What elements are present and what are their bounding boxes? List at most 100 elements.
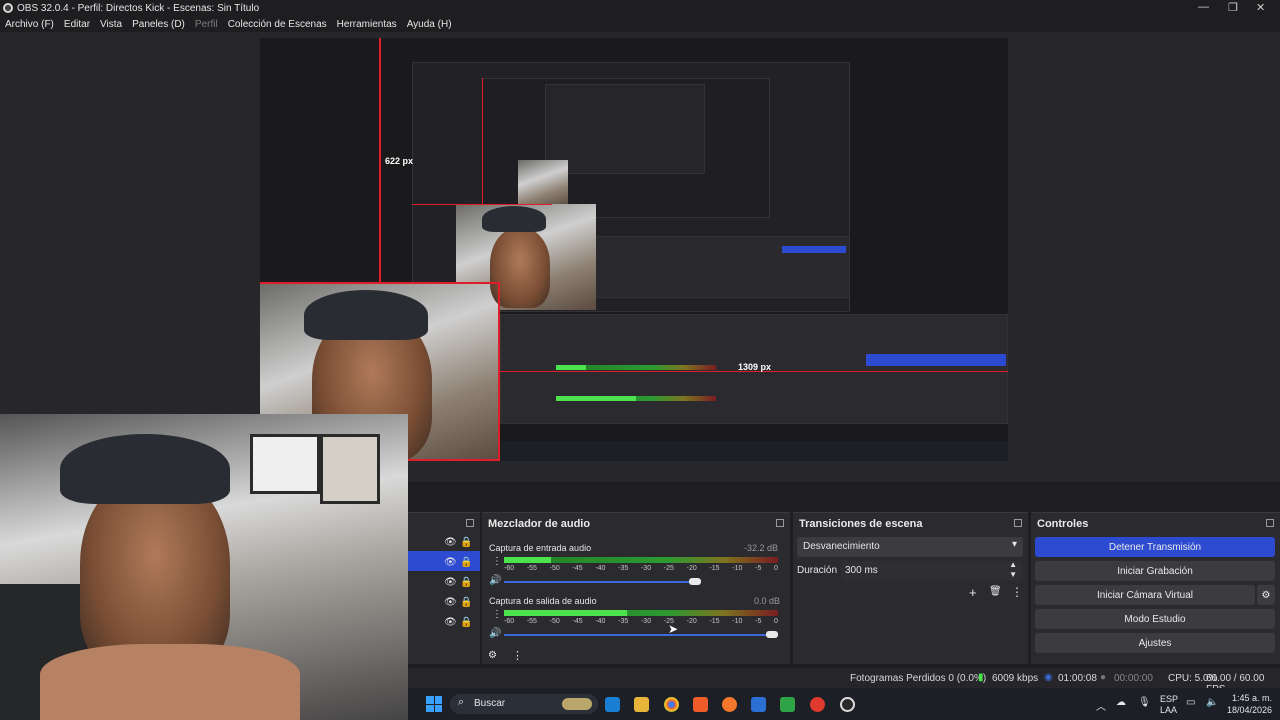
nested-webcam-small <box>518 160 568 206</box>
dock-float-icon[interactable] <box>1014 519 1022 527</box>
language-indicator[interactable]: ESP <box>1160 694 1178 704</box>
language-sub: LAA <box>1160 705 1178 715</box>
lock-icon[interactable]: 🔒 <box>460 597 472 608</box>
volume-tray-icon[interactable]: 🔈 <box>1206 697 1218 708</box>
minimize-button[interactable]: — <box>1198 1 1209 13</box>
nested-taskbar <box>500 441 1008 461</box>
meter-ticks: -60 -55 -50 -45 -40 -35 -30 -25 -20 -15 -10 -5 0 <box>504 565 778 572</box>
start-recording-button[interactable]: Iniciar Grabación <box>1035 561 1275 581</box>
volume-slider[interactable] <box>504 634 778 636</box>
chrome-icon[interactable] <box>664 697 679 712</box>
eye-icon[interactable]: 👁 <box>444 617 457 628</box>
dock-float-icon[interactable] <box>1266 519 1274 527</box>
channel-menu-icon[interactable]: ⋮ <box>492 609 502 620</box>
virtual-camera-gear-icon[interactable]: ⚙ <box>1257 585 1275 605</box>
brave-icon[interactable] <box>693 697 708 712</box>
lock-icon[interactable]: 🔒 <box>460 557 472 568</box>
close-button[interactable]: ✕ <box>1256 1 1265 14</box>
record-time: 00:00:00 <box>1114 673 1153 684</box>
transition-menu-icon[interactable]: ⋮ <box>1011 585 1023 599</box>
preview-canvas[interactable]: 622 px 1309 px <box>260 38 1008 461</box>
signal-icon: ▮ <box>978 672 984 683</box>
eye-icon[interactable]: 👁 <box>444 577 457 588</box>
audio-mixer-dock: Mezclador de audio Captura de entrada au… <box>482 512 790 664</box>
maximize-button[interactable]: ❐ <box>1228 1 1238 14</box>
network-tray-icon[interactable]: ☁ <box>1116 697 1126 708</box>
menu-archivo[interactable]: Archivo (F) <box>5 19 54 30</box>
bitrate: 6009 kbps <box>992 673 1039 684</box>
channel-db: 0.0 dB <box>754 596 781 606</box>
record-icon: ● <box>1100 672 1107 683</box>
speaker-icon[interactable]: 🔊 <box>489 575 501 586</box>
meter-ticks: -60 -55 -50 -45 -40 -35 -30 -25 -20 -15 -10 -5 0 <box>504 618 778 625</box>
duration-spinbox[interactable]: 300 ms ▲ ▼ <box>841 560 1023 581</box>
mouse-cursor-icon: ➤ <box>668 622 679 636</box>
search-icon: ⌕ <box>458 696 465 708</box>
trash-icon[interactable]: 🗑 <box>989 586 1002 597</box>
windows-start-icon[interactable] <box>426 696 442 712</box>
microphone-icon[interactable]: 🎙 <box>1138 697 1151 708</box>
menu-herramientas[interactable]: Herramientas <box>337 19 397 30</box>
dock-float-icon[interactable] <box>776 519 784 527</box>
mixer-menu-icon[interactable]: ⋮ <box>512 649 523 662</box>
menu-perfil[interactable]: Perfil <box>195 19 218 30</box>
lock-icon[interactable]: 🔒 <box>460 617 472 628</box>
obs-logo-icon <box>3 3 13 13</box>
volume-slider[interactable] <box>504 581 701 583</box>
search-highlight-icon <box>562 698 592 710</box>
app-red-icon[interactable] <box>810 697 825 712</box>
nested-cap <box>482 206 546 232</box>
nested-meter-1 <box>556 365 716 370</box>
title-bar: OBS 32.0.4 - Perfil: Directos Kick - Esc… <box>0 0 1280 16</box>
volume-slider-knob[interactable] <box>766 631 778 638</box>
settings-button[interactable]: Ajustes <box>1035 633 1275 653</box>
advanced-audio-gear-icon[interactable]: ⚙ <box>488 650 497 661</box>
start-virtual-camera-button[interactable]: Iniciar Cámara Virtual <box>1035 585 1255 605</box>
stream-icon: ◉ <box>1044 672 1053 683</box>
nested-meter-2 <box>556 396 716 401</box>
transition-select[interactable]: Desvanecimiento ▾ <box>797 537 1023 557</box>
stream-time: 01:00:08 <box>1058 673 1097 684</box>
obs-taskbar-icon[interactable] <box>840 697 855 712</box>
lock-icon[interactable]: 🔒 <box>460 537 472 548</box>
menu-ayuda[interactable]: Ayuda (H) <box>407 19 452 30</box>
sources-dock: 👁 🔒 👁 🔒 👁 🔒 👁 🔒 👁 🔒 <box>408 512 480 664</box>
taskbar-search[interactable]: ⌕ Buscar <box>450 694 598 714</box>
volume-meter <box>504 610 778 616</box>
channel-menu-icon[interactable]: ⋮ <box>492 556 502 567</box>
stop-stream-button[interactable]: Detener Transmisión <box>1035 537 1275 557</box>
webcam-overlay <box>0 414 408 720</box>
app-blue-icon[interactable] <box>751 697 766 712</box>
chevron-up-icon[interactable]: ︿ <box>1096 698 1106 713</box>
clock-date[interactable]: 18/04/2026 <box>1224 705 1272 715</box>
lock-icon[interactable]: 🔒 <box>460 577 472 588</box>
window-title: OBS 32.0.4 - Perfil: Directos Kick - Esc… <box>17 2 260 14</box>
clock-time[interactable]: 1:45 a. m. <box>1224 693 1272 703</box>
chevron-up-icon[interactable]: ▲ <box>1009 560 1017 569</box>
add-transition-icon[interactable]: + <box>969 585 977 600</box>
file-explorer-icon[interactable] <box>634 697 649 712</box>
chevron-down-icon[interactable]: ▼ <box>1009 570 1017 579</box>
eye-icon[interactable]: 👁 <box>444 537 457 548</box>
nested-stop-button <box>782 246 846 253</box>
edge-icon[interactable] <box>605 697 620 712</box>
volume-slider-knob[interactable] <box>689 578 701 585</box>
transitions-title: Transiciones de escena <box>799 518 923 530</box>
menu-vista[interactable]: Vista <box>100 19 122 30</box>
speaker-icon[interactable]: 🔊 <box>489 628 501 639</box>
eye-icon[interactable]: 👁 <box>444 597 457 608</box>
app-green-icon[interactable] <box>780 697 795 712</box>
menu-editar[interactable]: Editar <box>64 19 90 30</box>
display-icon[interactable]: ▭ <box>1186 697 1195 708</box>
menu-bar: Archivo (F) Editar Vista Paneles (D) Per… <box>0 16 1280 32</box>
transitions-dock: Transiciones de escena Desvanecimiento ▾… <box>793 512 1028 664</box>
studio-mode-button[interactable]: Modo Estudio <box>1035 609 1275 629</box>
menu-paneles[interactable]: Paneles (D) <box>132 19 185 30</box>
menu-coleccion-escenas[interactable]: Colección de Escenas <box>228 19 327 30</box>
eye-icon[interactable]: 👁 <box>444 557 457 568</box>
channel-db: -32.2 dB <box>744 543 779 553</box>
transition-selected: Desvanecimiento <box>803 541 880 552</box>
dock-float-icon[interactable] <box>466 519 474 527</box>
firefox-icon[interactable] <box>722 697 737 712</box>
meter-level <box>504 557 551 563</box>
